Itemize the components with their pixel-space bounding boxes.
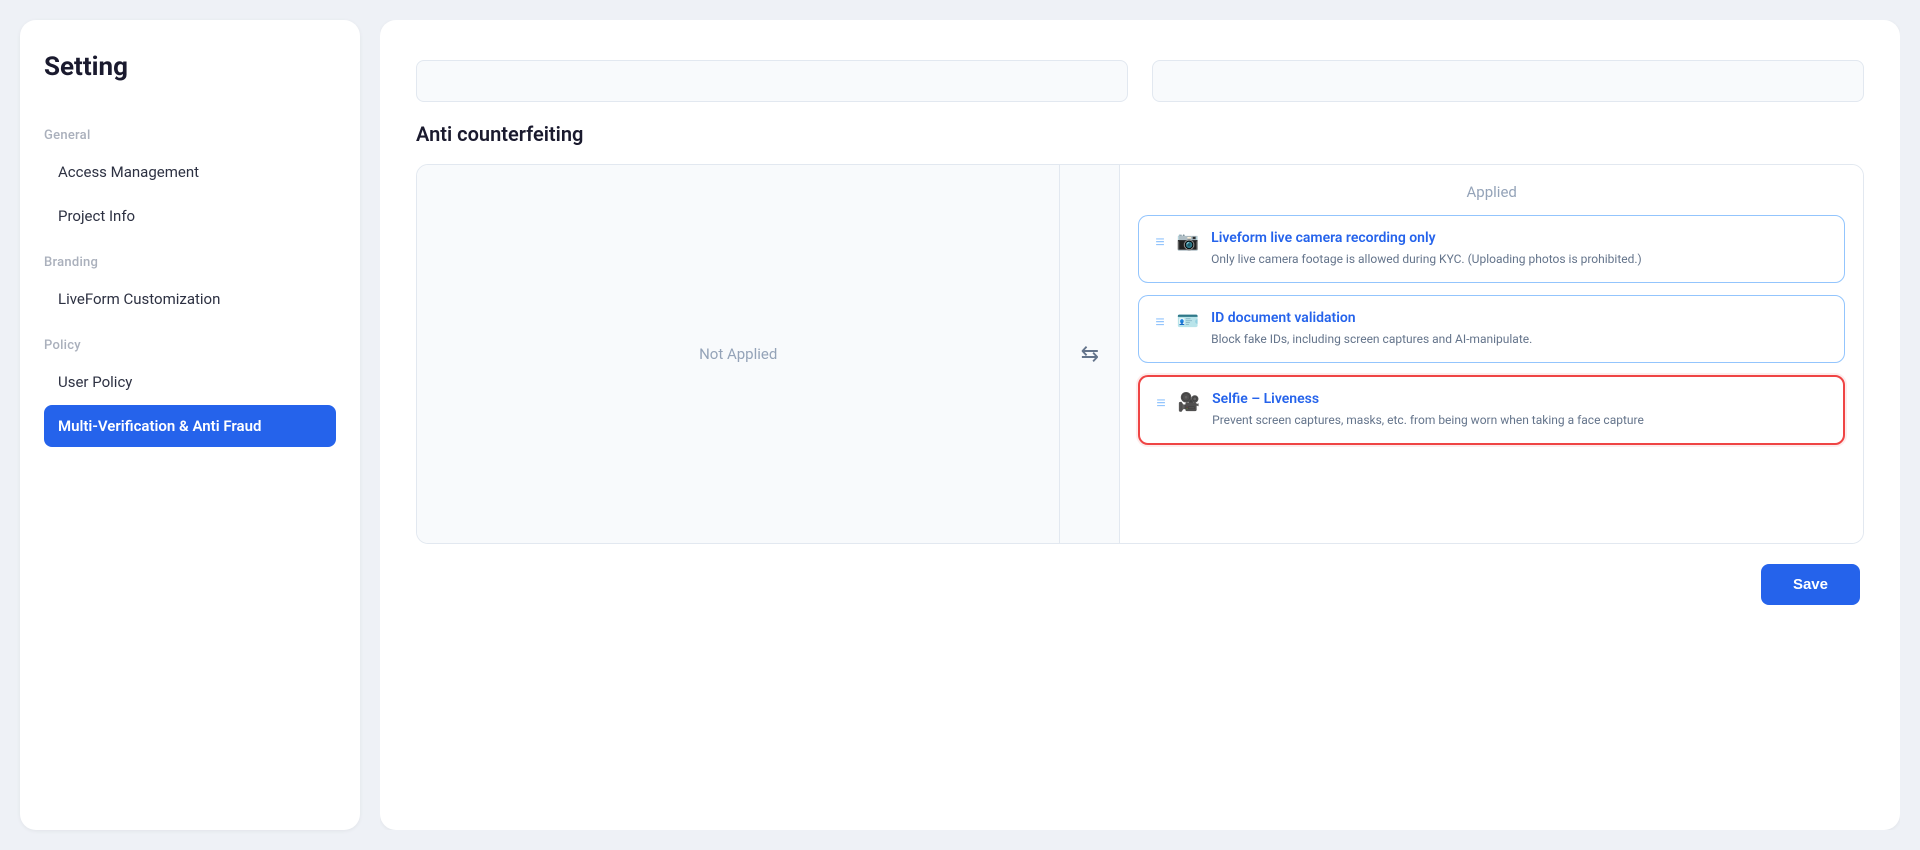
sidebar-title: Setting	[44, 52, 336, 82]
card-text-id-document-validation: ID document validation Block fake IDs, i…	[1211, 310, 1828, 348]
card-title-selfie-liveness: Selfie – Liveness	[1212, 391, 1827, 407]
transfer-arrows[interactable]: ⇆	[1060, 165, 1120, 543]
sidebar-item-user-policy[interactable]: User Policy	[44, 361, 336, 403]
applied-card-liveform-camera[interactable]: ≡ 📷 Liveform live camera recording only …	[1138, 215, 1845, 283]
save-button-wrapper: Save	[416, 564, 1864, 605]
main-content: Anti counterfeiting Not Applied ⇆ Applie…	[380, 20, 1900, 830]
card-desc-selfie-liveness: Prevent screen captures, masks, etc. fro…	[1212, 411, 1827, 429]
card-text-selfie-liveness: Selfie – Liveness Prevent screen capture…	[1212, 391, 1827, 429]
type-icon-id-document-validation: 🪪	[1177, 311, 1199, 332]
sidebar-item-project-info[interactable]: Project Info	[44, 195, 336, 237]
card-title-liveform-camera: Liveform live camera recording only	[1211, 230, 1828, 246]
drag-icon: ≡	[1155, 232, 1164, 252]
sidebar: Setting General Access ManagementProject …	[20, 20, 360, 830]
applied-card-selfie-liveness[interactable]: ≡ 🎥 Selfie – Liveness Prevent screen cap…	[1138, 375, 1845, 445]
not-applied-label: Not Applied	[699, 345, 777, 363]
sidebar-item-multi-verification[interactable]: Multi-Verification & Anti Fraud	[44, 405, 336, 447]
type-icon-selfie-liveness: 🎥	[1178, 392, 1200, 413]
top-partial-section	[416, 20, 1864, 102]
transfer-icon: ⇆	[1081, 342, 1099, 367]
card-title-id-document-validation: ID document validation	[1211, 310, 1828, 326]
sidebar-section-label-branding: Branding	[44, 255, 336, 270]
top-input-left[interactable]	[416, 60, 1128, 102]
card-desc-liveform-camera: Only live camera footage is allowed duri…	[1211, 250, 1828, 268]
applied-cards-list: ≡ 📷 Liveform live camera recording only …	[1138, 215, 1845, 457]
section-title: Anti counterfeiting	[416, 122, 1864, 146]
sidebar-item-access-management[interactable]: Access Management	[44, 151, 336, 193]
type-icon-liveform-camera: 📷	[1177, 231, 1199, 252]
content-panel: Anti counterfeiting Not Applied ⇆ Applie…	[380, 20, 1900, 830]
save-button[interactable]: Save	[1761, 564, 1860, 605]
card-text-liveform-camera: Liveform live camera recording only Only…	[1211, 230, 1828, 268]
top-input-row	[416, 60, 1864, 102]
card-desc-id-document-validation: Block fake IDs, including screen capture…	[1211, 330, 1828, 348]
drag-icon: ≡	[1156, 393, 1165, 413]
top-input-right[interactable]	[1152, 60, 1864, 102]
sidebar-item-liveform-customization[interactable]: LiveForm Customization	[44, 278, 336, 320]
applied-column: Applied ≡ 📷 Liveform live camera recordi…	[1120, 165, 1863, 543]
sidebar-section-label-general: General	[44, 128, 336, 143]
drag-icon: ≡	[1155, 312, 1164, 332]
applied-header: Applied	[1138, 183, 1845, 201]
applied-card-id-document-validation[interactable]: ≡ 🪪 ID document validation Block fake ID…	[1138, 295, 1845, 363]
anti-counterfeiting-panel: Not Applied ⇆ Applied ≡ 📷 Liveform live …	[416, 164, 1864, 544]
not-applied-column: Not Applied	[417, 165, 1060, 543]
sidebar-section-label-policy: Policy	[44, 338, 336, 353]
